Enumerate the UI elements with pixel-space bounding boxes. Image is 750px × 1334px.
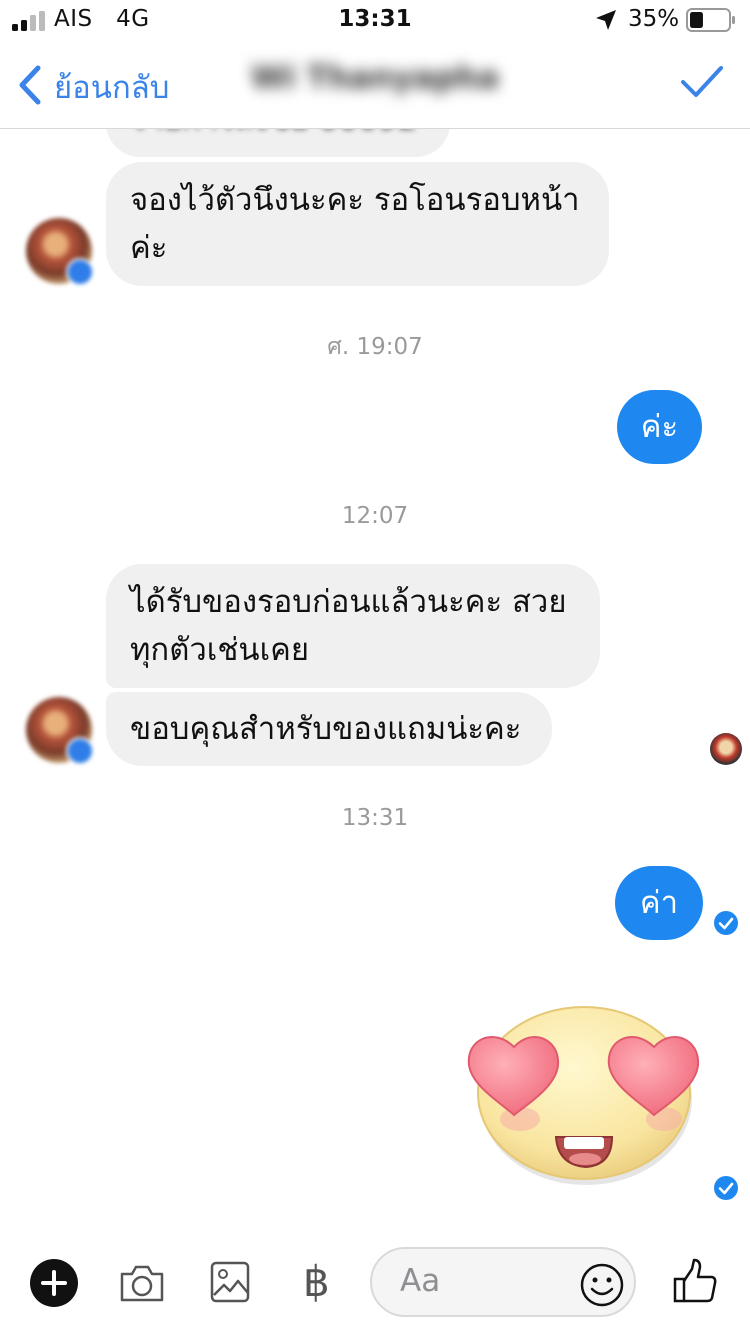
message-text: รายการสั่งซื้อ 00092 — [130, 129, 426, 143]
baht-icon[interactable]: ฿ — [303, 1256, 330, 1308]
contact-name[interactable]: Wi Thanyapha — [0, 60, 750, 96]
conversation-thread[interactable]: รายการสั่งซื้อ 00092 จองไว้ตัวนึงนะคะ รอ… — [0, 129, 750, 1231]
messenger-badge-icon — [66, 737, 94, 765]
contact-avatar[interactable] — [26, 218, 94, 286]
battery-icon — [686, 8, 735, 32]
message-timestamp: ศ. 19:07 — [327, 334, 423, 360]
incoming-message-bubble[interactable]: จองไว้ตัวนึงนะคะ รอโอนรอบหน้าค่ะ — [106, 162, 609, 286]
delivered-check-icon — [714, 1176, 738, 1200]
battery-percent: 35% — [628, 6, 680, 32]
heart-eyes-emoji-sticker[interactable] — [464, 987, 704, 1187]
delivered-check-icon — [714, 911, 738, 935]
message-composer: ฿ Aa — [0, 1231, 750, 1334]
plus-icon[interactable] — [29, 1258, 79, 1308]
thumbs-up-icon[interactable] — [672, 1257, 718, 1305]
navigation-bar: ย้อนกลับ Wi Thanyapha — [0, 40, 750, 129]
message-timestamp: 12:07 — [341, 503, 409, 529]
image-icon[interactable] — [210, 1261, 250, 1303]
check-icon[interactable] — [680, 64, 724, 100]
contact-avatar[interactable] — [26, 697, 94, 765]
incoming-message-bubble[interactable]: รายการสั่งซื้อ 00092 — [106, 129, 450, 157]
outgoing-message-bubble[interactable]: ค่ะ — [617, 390, 702, 464]
location-arrow-icon — [596, 10, 616, 30]
message-input-placeholder: Aa — [400, 1263, 441, 1299]
seen-receipt-avatar — [710, 733, 742, 765]
incoming-message-bubble[interactable]: ขอบคุณสำหรับของแถมน่ะคะ — [106, 692, 552, 766]
messenger-badge-icon — [66, 258, 94, 286]
message-timestamp: 13:31 — [341, 805, 409, 831]
incoming-message-bubble[interactable]: ได้รับของรอบก่อนแล้วนะคะ สวยทุกตัวเช่นเค… — [106, 564, 600, 688]
camera-icon[interactable] — [118, 1262, 166, 1304]
status-bar: AIS 4G 13:31 35% — [0, 0, 750, 40]
outgoing-message-bubble[interactable]: ค่า — [615, 866, 703, 940]
emoji-icon[interactable] — [580, 1263, 624, 1307]
